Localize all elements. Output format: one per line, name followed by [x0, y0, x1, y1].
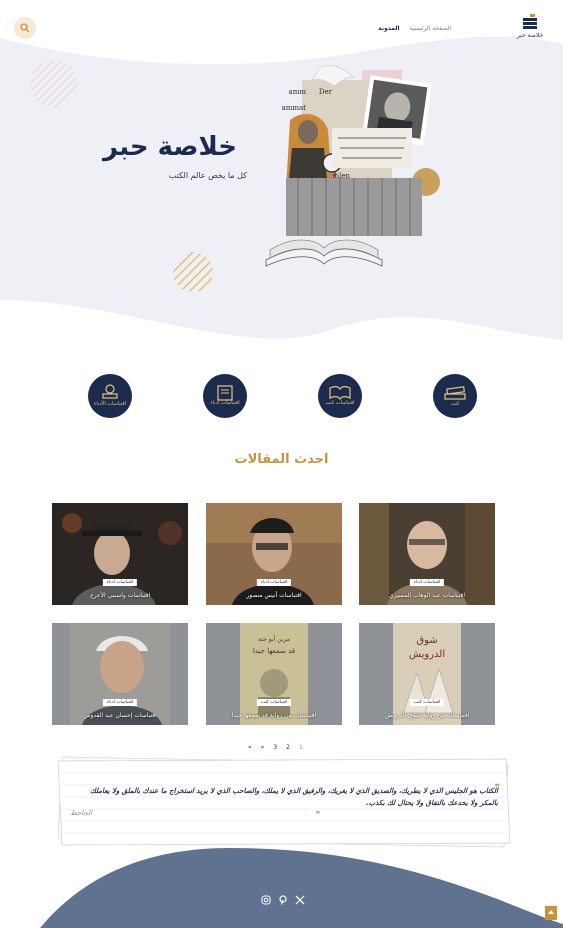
article-category-badge: اقتباسات كتب	[256, 699, 292, 706]
article-card[interactable]: اقتباسات ادباء اقتباسات عبد الوهاب المسي…	[359, 503, 495, 605]
quote-block: ❞ ❞ الكتاب هو الجليس الذي لا يطريك، والص…	[56, 755, 512, 849]
main-nav: الصفحة الرئيسية المدونة	[378, 25, 451, 32]
article-thumbnail	[52, 503, 188, 605]
article-title: اقتباسات عبد الوهاب المسيري	[388, 592, 466, 599]
pinterest-link[interactable]	[277, 894, 289, 906]
book-stack-icon	[444, 386, 466, 400]
article-card[interactable]: اقتباسات ادباء اقتباسات إحسان عبد القدوس	[52, 623, 188, 725]
x-twitter-link[interactable]	[294, 894, 306, 906]
footer-background	[40, 848, 563, 928]
article-thumbnail	[359, 503, 495, 605]
svg-text:مربن أبو جنة: مربن أبو جنة	[258, 635, 290, 643]
category-writer-quotes[interactable]: اقتباسات أدباء	[203, 374, 247, 418]
hero-collage-image: ammDer ammatdeu Zählen	[265, 65, 440, 267]
article-category-badge: اقتباسات كتب	[409, 699, 445, 706]
logo-mark-icon	[523, 14, 537, 29]
pagination: « » 3 2 1	[248, 744, 303, 751]
pagination-page-1[interactable]: 1	[299, 744, 303, 751]
pagination-page-3[interactable]: 3	[273, 744, 277, 751]
instagram-link[interactable]	[260, 894, 272, 906]
article-thumbnail: شوق الدرويش	[359, 623, 495, 725]
svg-text:الدرويش: الدرويش	[409, 649, 445, 660]
quote-book-icon	[217, 385, 233, 401]
article-thumbnail	[52, 623, 188, 725]
article-thumbnail	[206, 503, 342, 605]
pagination-next[interactable]: »	[261, 744, 265, 751]
category-authors-quotes[interactable]: اقتباسات الأدباء	[88, 374, 132, 418]
instagram-icon	[261, 895, 271, 905]
article-title: اقتباسات من رواية شوق الدرويش	[384, 712, 470, 719]
article-title: اقتباسات من رواية قد سمعها جيدا	[231, 712, 317, 719]
quote-close-mark: ❞	[316, 810, 320, 819]
nav-item-blog[interactable]: المدونة	[378, 25, 399, 32]
svg-text:قد سمعها جيدا: قد سمعها جيدا	[253, 647, 295, 655]
quote-text: الكتاب هو الجليس الذي لا يطريك، والصديق …	[90, 787, 498, 807]
article-category-badge: اقتباسات ادباء	[102, 699, 138, 706]
category-label: اقتباسات كتب	[325, 400, 355, 407]
hero-subtitle: كل ما يخص عالم الكتب	[168, 171, 247, 180]
article-title: اقتباسات أنيس منصور	[246, 592, 302, 599]
latest-articles-title: احدث المقالات	[234, 452, 329, 467]
site-logo[interactable]: خلاصة حبر	[515, 14, 545, 39]
article-card[interactable]: اقتباسات ادباء اقتباسات واسيني الأعرج	[52, 503, 188, 605]
article-card[interactable]: مربن أبو جنة قد سمعها جيدا اقتباسات كتب …	[206, 623, 342, 725]
search-icon	[20, 23, 30, 33]
arrow-up-icon	[548, 910, 554, 914]
article-thumbnail: مربن أبو جنة قد سمعها جيدا	[206, 623, 342, 725]
category-book-quotes[interactable]: اقتباسات كتب	[318, 374, 362, 418]
svg-text:amm: amm	[289, 88, 307, 96]
pagination-page-2[interactable]: 2	[286, 744, 290, 751]
category-label: كتب	[450, 401, 460, 408]
article-category-badge: اقتباسات ادباء	[256, 579, 292, 586]
article-title: اقتباسات واسيني الأعرج	[89, 592, 151, 599]
pagination-last[interactable]: «	[248, 744, 252, 751]
hero-title: خلاصة حبر	[103, 132, 237, 162]
svg-text:Der: Der	[319, 88, 333, 96]
category-label: اقتباسات الأدباء	[93, 401, 127, 408]
back-to-top-button[interactable]	[545, 906, 557, 920]
x-twitter-icon	[295, 895, 305, 905]
site-header: خلاصة حبر الصفحة الرئيسية المدونة	[0, 0, 563, 60]
svg-text:ammat: ammat	[282, 104, 307, 112]
open-book-icon	[329, 386, 351, 401]
apple-books-icon	[102, 384, 118, 399]
article-card[interactable]: اقتباسات ادباء اقتباسات أنيس منصور	[206, 503, 342, 605]
logo-text: خلاصة حبر	[516, 32, 544, 39]
quote-author: الجاحظ	[70, 809, 92, 817]
article-card[interactable]: شوق الدرويش اقتباسات كتب اقتباسات من روا…	[359, 623, 495, 725]
article-category-badge: اقتباسات ادباء	[102, 579, 138, 586]
svg-text:شوق: شوق	[416, 635, 437, 646]
nav-item-home[interactable]: الصفحة الرئيسية	[410, 25, 451, 32]
search-button[interactable]	[14, 17, 36, 39]
social-links	[260, 894, 306, 906]
category-books[interactable]: كتب	[433, 374, 477, 418]
article-category-badge: اقتباسات ادباء	[409, 579, 445, 586]
article-title: اقتباسات إحسان عبد القدوس	[83, 712, 157, 719]
category-label: اقتباسات أدباء	[210, 400, 240, 407]
pinterest-icon	[279, 895, 287, 905]
